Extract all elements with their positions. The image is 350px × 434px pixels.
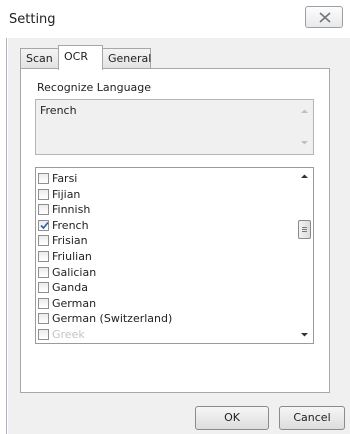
checkbox[interactable] bbox=[38, 266, 49, 278]
language-list-scrollbar[interactable] bbox=[296, 168, 313, 343]
settings-dialog: Setting Scan OCR General Recognize Langu… bbox=[0, 0, 350, 434]
language-label: German bbox=[52, 296, 97, 310]
scroll-up-arrow-icon[interactable] bbox=[300, 107, 309, 116]
checkbox-checked[interactable] bbox=[38, 219, 49, 231]
language-list-item[interactable]: German (Switzerland) bbox=[36, 311, 298, 327]
selected-languages-box[interactable]: French bbox=[35, 99, 314, 155]
checkbox[interactable] bbox=[38, 235, 49, 247]
language-list-items: Farsi Fijian Finnish French Frisian Friulian G… bbox=[36, 171, 298, 343]
language-list-item[interactable]: Ganda bbox=[36, 280, 298, 296]
scroll-up-arrow-icon[interactable] bbox=[300, 172, 309, 181]
language-list-item[interactable]: German bbox=[36, 296, 298, 312]
checkbox[interactable] bbox=[38, 188, 49, 200]
checkbox[interactable] bbox=[38, 297, 49, 309]
language-label: Greek bbox=[52, 327, 85, 341]
window-title: Setting bbox=[9, 12, 56, 27]
tab-scan[interactable]: Scan bbox=[20, 48, 59, 68]
language-label: Galician bbox=[52, 265, 97, 279]
title-bar: Setting bbox=[0, 0, 350, 38]
language-list-item[interactable]: Fijian bbox=[36, 187, 298, 203]
language-label: Farsi bbox=[52, 172, 78, 185]
language-list-item[interactable]: Galician bbox=[36, 265, 298, 281]
checkbox[interactable] bbox=[38, 204, 49, 216]
selected-languages-text: French bbox=[40, 104, 77, 117]
language-list-item[interactable]: Friulian bbox=[36, 249, 298, 265]
checkbox[interactable] bbox=[38, 313, 49, 325]
scrollbar-thumb[interactable] bbox=[298, 220, 311, 239]
language-list-item[interactable]: Frisian bbox=[36, 233, 298, 249]
close-button[interactable] bbox=[305, 6, 343, 28]
language-label: Ganda bbox=[52, 281, 88, 295]
checkbox[interactable] bbox=[38, 282, 49, 294]
language-label: Finnish bbox=[52, 203, 91, 217]
language-list-item[interactable]: Finnish bbox=[36, 202, 298, 218]
window-left-edge bbox=[0, 38, 8, 434]
language-label: Fijian bbox=[52, 187, 81, 201]
language-list-item[interactable]: Greek bbox=[36, 327, 298, 343]
language-label: French bbox=[52, 218, 89, 232]
checkbox[interactable] bbox=[38, 328, 49, 340]
close-x-icon bbox=[319, 12, 331, 23]
scroll-down-arrow-icon[interactable] bbox=[300, 138, 309, 147]
language-list-item[interactable]: Farsi bbox=[36, 171, 298, 187]
scroll-down-arrow-icon[interactable] bbox=[300, 330, 309, 339]
ocr-tab-panel: Recognize Language French Farsi Fijian Fin… bbox=[20, 68, 330, 393]
tab-general[interactable]: General bbox=[102, 48, 151, 68]
checkmark-icon bbox=[40, 221, 49, 229]
recognize-language-label: Recognize Language bbox=[37, 81, 152, 94]
ok-button[interactable]: OK bbox=[195, 406, 269, 430]
cancel-button[interactable]: Cancel bbox=[279, 406, 345, 430]
language-label: German (Switzerland) bbox=[52, 312, 173, 326]
language-list[interactable]: Farsi Fijian Finnish French Frisian Friulian G… bbox=[35, 167, 314, 344]
language-label: Friulian bbox=[52, 249, 92, 263]
checkbox[interactable] bbox=[38, 250, 49, 262]
tab-ocr[interactable]: OCR bbox=[58, 45, 103, 70]
language-label: Frisian bbox=[52, 234, 88, 248]
checkbox[interactable] bbox=[38, 173, 49, 184]
language-list-item[interactable]: French bbox=[36, 218, 298, 234]
